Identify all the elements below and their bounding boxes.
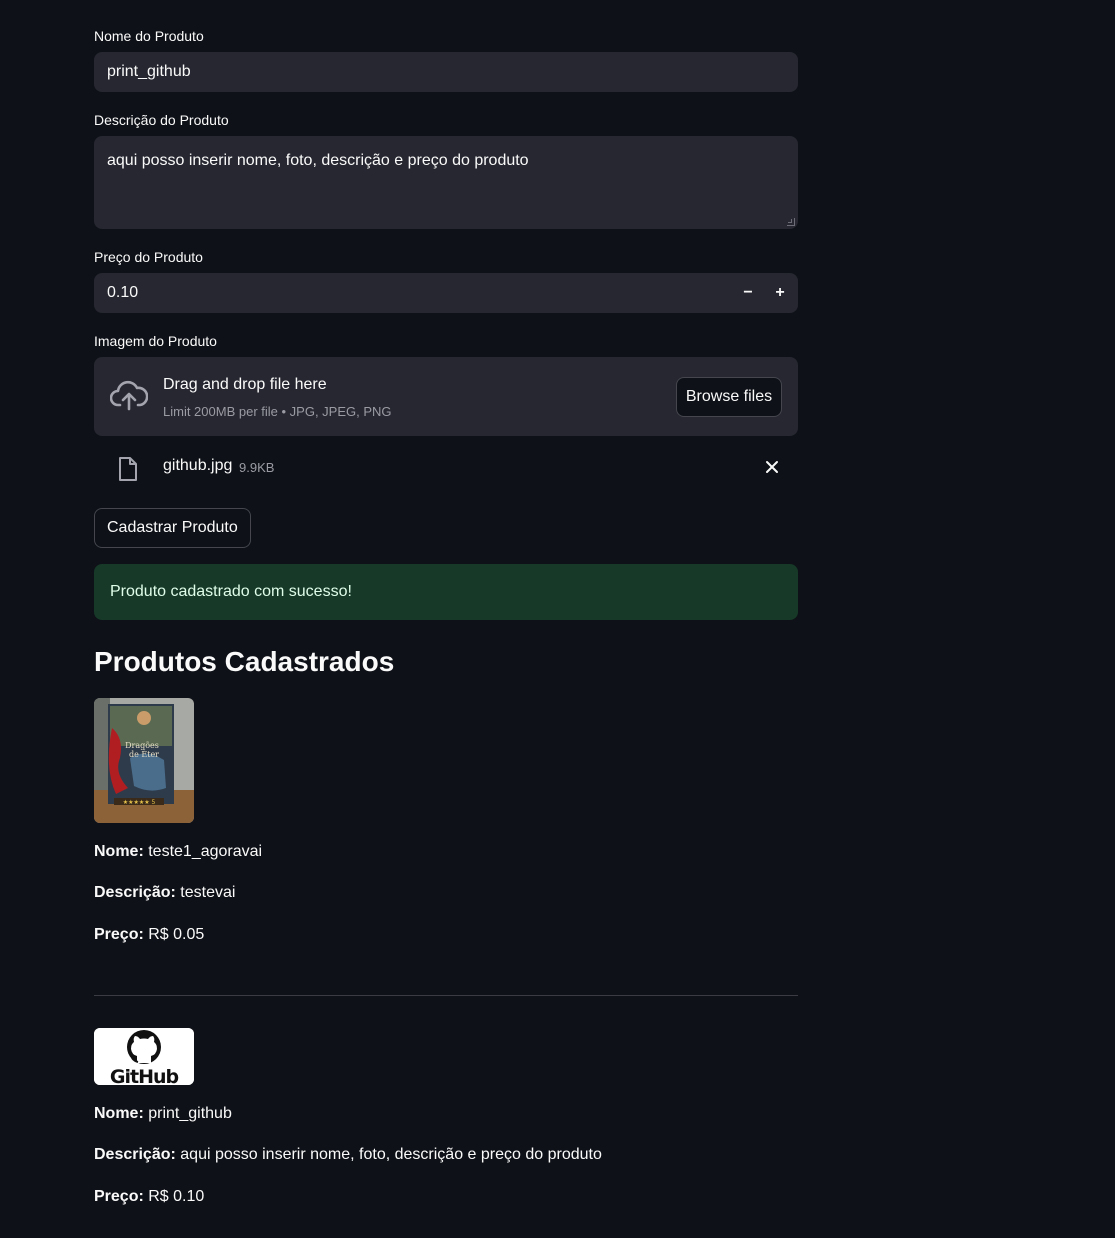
svg-text:Dragões: Dragões xyxy=(125,741,159,750)
product-image-book-cover: Dragões de Éter ★★★★★ 5 xyxy=(94,698,194,823)
product-name-value: teste1_agoravai xyxy=(148,843,263,860)
product-1-description: Descrição: testevai xyxy=(94,884,235,902)
product-description-value: aqui posso inserir nome, foto, descrição… xyxy=(107,152,529,169)
product-2-name: Nome: print_github xyxy=(94,1105,232,1123)
register-product-button[interactable]: Cadastrar Produto xyxy=(94,508,251,548)
description-prefix: Descrição: xyxy=(94,884,176,901)
product-image-github-logo: GitHub xyxy=(94,1028,194,1085)
price-increment-button[interactable]: + xyxy=(764,273,796,313)
product-price-input[interactable]: 0.10 − + xyxy=(94,273,798,313)
remove-file-icon[interactable] xyxy=(764,459,780,475)
product-price-label: Preço do Produto xyxy=(94,249,203,265)
product-description-textarea[interactable]: aqui posso inserir nome, foto, descrição… xyxy=(94,136,798,229)
product-description-value: testevai xyxy=(180,884,236,901)
product-2-price: Preço: R$ 0.10 xyxy=(94,1188,204,1206)
name-prefix: Nome: xyxy=(94,843,144,860)
product-1-price: Preço: R$ 0.05 xyxy=(94,926,204,944)
resize-grip-icon[interactable] xyxy=(787,218,795,226)
product-description-value: aqui posso inserir nome, foto, descrição… xyxy=(180,1146,602,1163)
product-name-label: Nome do Produto xyxy=(94,28,204,44)
product-name-value: print_github xyxy=(148,1105,232,1122)
product-1-name: Nome: teste1_agoravai xyxy=(94,843,262,861)
divider xyxy=(94,995,798,996)
product-price-value: 0.10 xyxy=(107,284,139,301)
price-prefix: Preço: xyxy=(94,1188,144,1205)
product-price-value: R$ 0.10 xyxy=(148,1188,205,1205)
dropzone-title: Drag and drop file here xyxy=(163,376,327,393)
product-image-label: Imagem do Produto xyxy=(94,333,217,349)
name-prefix: Nome: xyxy=(94,1105,144,1122)
uploaded-file-size: 9.9KB xyxy=(239,460,275,475)
cloud-upload-icon xyxy=(110,380,148,411)
uploaded-file-item: github.jpg 9.9KB xyxy=(94,448,798,488)
success-alert: Produto cadastrado com sucesso! xyxy=(94,564,798,620)
uploaded-file-name: github.jpg xyxy=(163,457,233,474)
product-description-label: Descrição do Produto xyxy=(94,112,229,128)
product-2-description: Descrição: aqui posso inserir nome, foto… xyxy=(94,1146,602,1164)
svg-text:★★★★★ 5: ★★★★★ 5 xyxy=(123,799,156,806)
file-dropzone[interactable]: Drag and drop file here Limit 200MB per … xyxy=(94,357,798,436)
price-prefix: Preço: xyxy=(94,926,144,943)
price-decrement-button[interactable]: − xyxy=(732,273,764,313)
svg-text:de Éter: de Éter xyxy=(129,750,159,759)
dropzone-limit-text: Limit 200MB per file • JPG, JPEG, PNG xyxy=(163,404,392,419)
product-name-input[interactable]: print_github xyxy=(94,52,798,92)
svg-text:GitHub: GitHub xyxy=(110,1066,179,1085)
description-prefix: Descrição: xyxy=(94,1146,176,1163)
product-price-value: R$ 0.05 xyxy=(148,926,205,943)
file-icon xyxy=(119,457,137,481)
browse-files-button[interactable]: Browse files xyxy=(676,377,782,417)
products-section-title: Produtos Cadastrados xyxy=(94,646,395,677)
